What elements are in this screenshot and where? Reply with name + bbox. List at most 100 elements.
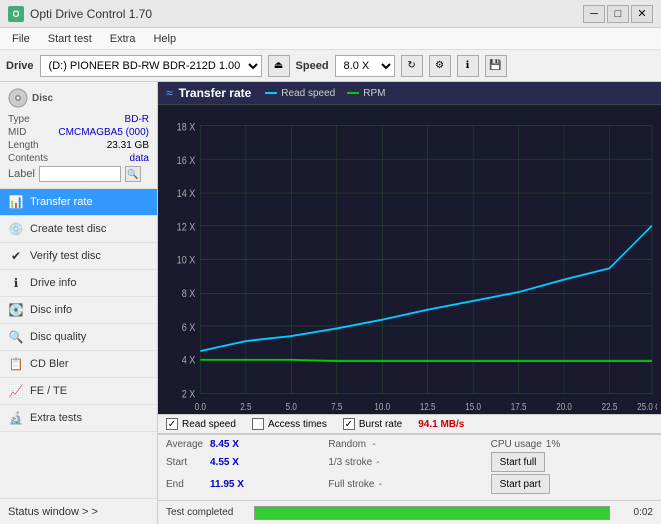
- status-text: Test completed: [166, 507, 246, 518]
- nav-item-cd-bler-label: CD Bler: [30, 358, 69, 370]
- svg-text:12.5: 12.5: [420, 401, 436, 410]
- progress-bar-fill: [255, 507, 609, 519]
- nav-item-fe-te[interactable]: 📈 FE / TE: [0, 378, 157, 405]
- read-speed-checkbox-box[interactable]: ✓: [166, 418, 178, 430]
- stats-random-val: -: [372, 439, 375, 450]
- chart-controls: ✓ Read speed Access times ✓ Burst rate 9…: [158, 414, 661, 434]
- stats-row-1: Average 8.45 X Random - CPU usage 1%: [166, 439, 653, 450]
- stats-end: End 11.95 X: [166, 479, 328, 490]
- checkbox-access-times[interactable]: Access times: [252, 418, 327, 430]
- disc-length-row: Length 23.31 GB: [8, 140, 149, 151]
- svg-text:12 X: 12 X: [177, 222, 196, 234]
- maximize-button[interactable]: □: [607, 5, 629, 23]
- speed-label: Speed: [296, 60, 329, 72]
- disc-section-label: Disc: [32, 93, 53, 104]
- nav-item-create-test-disc[interactable]: 💿 Create test disc: [0, 216, 157, 243]
- drive-info-icon: ℹ: [8, 275, 24, 291]
- chart-header: ≈ Transfer rate Read speed RPM: [158, 82, 661, 105]
- chart-svg: 18 X 16 X 14 X 12 X 10 X 8 X 6 X 4 X 2 X…: [162, 109, 657, 410]
- disc-info-icon: 💽: [8, 302, 24, 318]
- cd-bler-icon: 📋: [8, 356, 24, 372]
- stats-average-val: 8.45 X: [210, 439, 239, 450]
- info-button[interactable]: ℹ: [457, 55, 479, 77]
- status-window-button[interactable]: Status window > >: [0, 498, 157, 524]
- create-test-disc-icon: 💿: [8, 221, 24, 237]
- svg-text:2 X: 2 X: [182, 389, 196, 401]
- stats-row-3: End 11.95 X Full stroke - Start part: [166, 474, 653, 494]
- nav-item-create-test-disc-label: Create test disc: [30, 223, 106, 235]
- disc-contents-row: Contents data: [8, 153, 149, 164]
- access-times-checkbox-box[interactable]: [252, 418, 264, 430]
- speed-select[interactable]: 8.0 X: [335, 55, 395, 77]
- nav-item-extra-tests[interactable]: 🔬 Extra tests: [0, 405, 157, 432]
- svg-text:15.0: 15.0: [465, 401, 481, 410]
- disc-label-input[interactable]: [39, 166, 121, 182]
- verify-test-disc-icon: ✔: [8, 248, 24, 264]
- drive-select[interactable]: (D:) PIONEER BD-RW BDR-212D 1.00: [40, 55, 262, 77]
- disc-quality-icon: 🔍: [8, 329, 24, 345]
- legend-read-speed: Read speed: [265, 88, 335, 99]
- stats-random-key: Random: [328, 439, 368, 450]
- stats-end-val: 11.95 X: [210, 479, 244, 490]
- left-panel: Disc Type BD-R MID CMCMAGBA5 (000) Lengt…: [0, 82, 158, 524]
- nav-item-transfer-rate-label: Transfer rate: [30, 196, 93, 208]
- nav-item-disc-quality[interactable]: 🔍 Disc quality: [0, 324, 157, 351]
- burst-rate-checkbox-box[interactable]: ✓: [343, 418, 355, 430]
- menu-file[interactable]: File: [4, 31, 38, 47]
- nav-item-verify-test-disc[interactable]: ✔ Verify test disc: [0, 243, 157, 270]
- drive-label: Drive: [6, 60, 34, 72]
- nav-item-cd-bler[interactable]: 📋 CD Bler: [0, 351, 157, 378]
- stats-random: Random -: [328, 439, 490, 450]
- read-speed-checkbox-label: Read speed: [182, 419, 236, 430]
- svg-text:4 X: 4 X: [182, 355, 196, 367]
- checkbox-burst-rate[interactable]: ✓ Burst rate: [343, 418, 402, 430]
- stats-start-part-col: Start part: [491, 474, 653, 494]
- start-full-button[interactable]: Start full: [491, 452, 546, 472]
- nav-item-disc-quality-label: Disc quality: [30, 331, 86, 343]
- close-button[interactable]: ✕: [631, 5, 653, 23]
- stats-average-key: Average: [166, 439, 206, 450]
- eject-button[interactable]: ⏏: [268, 55, 290, 77]
- nav-item-transfer-rate[interactable]: 📊 Transfer rate: [0, 189, 157, 216]
- disc-mid-row: MID CMCMAGBA5 (000): [8, 127, 149, 138]
- checkbox-read-speed[interactable]: ✓ Read speed: [166, 418, 236, 430]
- svg-text:20.0: 20.0: [556, 401, 572, 410]
- disc-mid-value: CMCMAGBA5 (000): [58, 127, 149, 138]
- options-button[interactable]: ⚙: [429, 55, 451, 77]
- legend-read-speed-label: Read speed: [281, 88, 335, 99]
- menu-starttest[interactable]: Start test: [40, 31, 100, 47]
- disc-mid-key: MID: [8, 127, 26, 138]
- menu-extra[interactable]: Extra: [102, 31, 144, 47]
- chart-title: Transfer rate: [179, 86, 252, 100]
- menu-help[interactable]: Help: [145, 31, 184, 47]
- titlebar: O Opti Drive Control 1.70 ─ □ ✕: [0, 0, 661, 28]
- stats-start-val: 4.55 X: [210, 457, 239, 468]
- app-icon: O: [8, 6, 24, 22]
- disc-icon: [8, 88, 28, 108]
- save-button[interactable]: 💾: [485, 55, 507, 77]
- disc-label-row: Label 🔍: [8, 166, 149, 182]
- stats-1-3-stroke-val: -: [376, 457, 379, 468]
- disc-contents-key: Contents: [8, 153, 48, 164]
- minimize-button[interactable]: ─: [583, 5, 605, 23]
- svg-text:10.0: 10.0: [374, 401, 390, 410]
- legend-rpm: RPM: [347, 88, 385, 99]
- svg-text:17.5: 17.5: [511, 401, 527, 410]
- right-panel: ≈ Transfer rate Read speed RPM: [158, 82, 661, 524]
- svg-text:18 X: 18 X: [177, 122, 196, 134]
- stats-cpu-key: CPU usage: [491, 439, 542, 450]
- svg-text:0.0: 0.0: [195, 401, 206, 410]
- menubar: File Start test Extra Help: [0, 28, 661, 50]
- nav-item-disc-info[interactable]: 💽 Disc info: [0, 297, 157, 324]
- disc-label-button[interactable]: 🔍: [125, 166, 141, 182]
- nav-item-drive-info[interactable]: ℹ Drive info: [0, 270, 157, 297]
- refresh-button[interactable]: ↻: [401, 55, 423, 77]
- chart-icon: ≈: [166, 86, 173, 100]
- fe-te-icon: 📈: [8, 383, 24, 399]
- start-part-button[interactable]: Start part: [491, 474, 550, 494]
- svg-text:5.0: 5.0: [286, 401, 297, 410]
- stats-row-2: Start 4.55 X 1/3 stroke - Start full: [166, 452, 653, 472]
- svg-text:22.5: 22.5: [602, 401, 618, 410]
- stats-cpu-val: 1%: [546, 439, 560, 450]
- stats-start-full-col: Start full: [491, 452, 653, 472]
